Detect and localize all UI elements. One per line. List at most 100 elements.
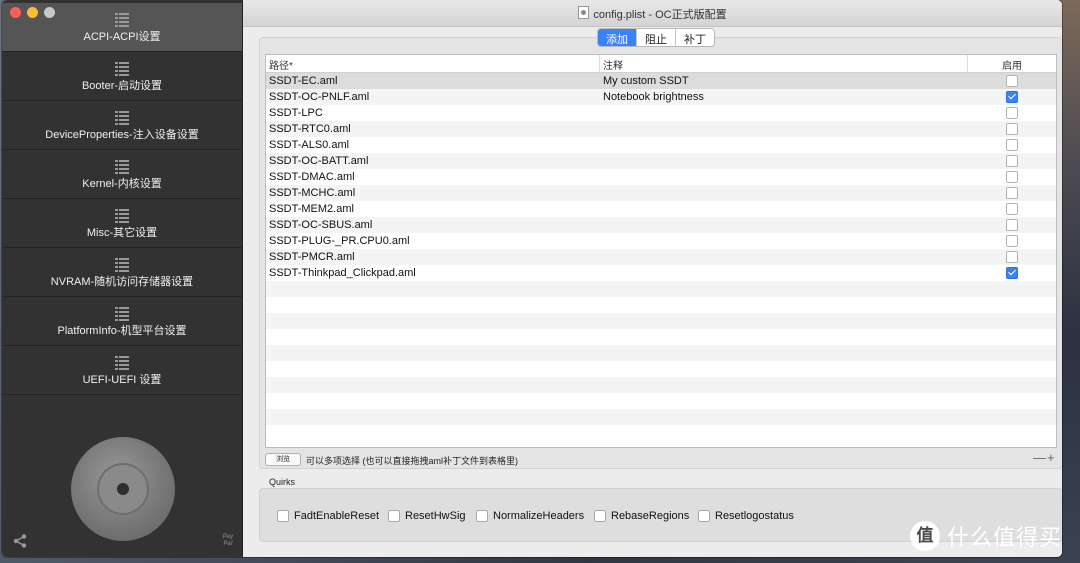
enabled-checkbox[interactable] xyxy=(1006,107,1018,119)
table-row[interactable]: SSDT-MCHC.aml xyxy=(266,185,1056,201)
enabled-checkbox[interactable] xyxy=(1006,203,1018,215)
tab-2[interactable]: 补丁 xyxy=(675,29,714,46)
table-row[interactable]: SSDT-Thinkpad_Clickpad.aml xyxy=(266,265,1056,281)
table-row[interactable]: SSDT-RTC0.aml xyxy=(266,121,1056,137)
table-body: SSDT-EC.aml My custom SSDT SSDT-OC-PNLF.am… xyxy=(266,73,1056,441)
cell-path[interactable]: SSDT-MEM2.aml xyxy=(266,203,600,215)
column-header-comment[interactable]: 注释 xyxy=(600,55,968,72)
table-row-empty xyxy=(266,377,1056,393)
checkbox-box[interactable] xyxy=(594,510,606,522)
enabled-checkbox[interactable] xyxy=(1006,155,1018,167)
list-icon xyxy=(115,13,129,27)
share-icon[interactable] xyxy=(12,533,28,549)
table-row-empty xyxy=(266,345,1056,361)
browse-button[interactable]: 浏览 xyxy=(265,453,301,466)
checkbox-box[interactable] xyxy=(476,510,488,522)
quirk-checkbox-1[interactable]: ResetHwSig xyxy=(388,510,466,522)
table-row-empty xyxy=(266,409,1056,425)
cell-enabled xyxy=(968,107,1056,119)
column-header-enabled[interactable]: 启用 xyxy=(968,55,1056,72)
checkbox-box[interactable] xyxy=(698,510,710,522)
quirk-label: RebaseRegions xyxy=(611,510,690,522)
cell-comment[interactable]: Notebook brightness xyxy=(600,91,968,103)
cell-path[interactable]: SSDT-DMAC.aml xyxy=(266,171,600,183)
cell-path[interactable]: SSDT-EC.aml xyxy=(266,75,600,87)
sidebar-item-label: UEFI-UEFI 设置 xyxy=(82,374,162,386)
segmented-tabs: 添加 阻止 补丁 xyxy=(597,28,715,47)
cell-path[interactable]: SSDT-ALS0.aml xyxy=(266,139,600,151)
paypal-logo[interactable]: Pay Pal xyxy=(218,534,238,548)
watermark-text: 什么值得买 xyxy=(947,525,1063,550)
sidebar-item-7[interactable]: UEFI-UEFI 设置 xyxy=(2,346,242,395)
enabled-checkbox[interactable] xyxy=(1006,219,1018,231)
sidebar-item-1[interactable]: Booter-启动设置 xyxy=(2,52,242,101)
close-window-button[interactable] xyxy=(10,7,21,18)
column-header-path[interactable]: 路径* xyxy=(266,55,600,72)
tab-1[interactable]: 阻止 xyxy=(636,29,675,46)
cell-comment[interactable]: My custom SSDT xyxy=(600,75,968,87)
watermark: 值 什么值得买 xyxy=(910,520,1062,552)
table-row[interactable]: SSDT-PLUG-_PR.CPU0.aml xyxy=(266,233,1056,249)
sidebar-item-4[interactable]: Misc-其它设置 xyxy=(2,199,242,248)
zoom-window-button[interactable] xyxy=(44,7,55,18)
cell-enabled xyxy=(968,171,1056,183)
enabled-checkbox[interactable] xyxy=(1006,139,1018,151)
quirk-checkbox-0[interactable]: FadtEnableReset xyxy=(277,510,379,522)
cell-path[interactable]: SSDT-MCHC.aml xyxy=(266,187,600,199)
cell-path[interactable]: SSDT-PLUG-_PR.CPU0.aml xyxy=(266,235,600,247)
table-row[interactable]: SSDT-EC.aml My custom SSDT xyxy=(266,73,1056,89)
checkbox-box[interactable] xyxy=(277,510,289,522)
quirk-checkbox-2[interactable]: NormalizeHeaders xyxy=(476,510,584,522)
main-content: config.plist - OC正式版配置 添加 阻止 补丁 路径* 注释 启用 … xyxy=(243,0,1062,557)
sidebar-item-3[interactable]: Kernel-内核设置 xyxy=(2,150,242,199)
checkbox-box[interactable] xyxy=(388,510,400,522)
table-row[interactable]: SSDT-PMCR.aml xyxy=(266,249,1056,265)
list-icon xyxy=(115,356,129,370)
list-icon xyxy=(115,209,129,223)
enabled-checkbox[interactable] xyxy=(1006,267,1018,279)
cell-path[interactable]: SSDT-PMCR.aml xyxy=(266,251,600,263)
quirk-checkbox-3[interactable]: RebaseRegions xyxy=(594,510,689,522)
enabled-checkbox[interactable] xyxy=(1006,251,1018,263)
sidebar-item-label: Kernel-内核设置 xyxy=(82,178,162,190)
table-row-empty xyxy=(266,313,1056,329)
cell-path[interactable]: SSDT-OC-PNLF.aml xyxy=(266,91,600,103)
list-icon xyxy=(115,160,129,174)
table-row[interactable]: SSDT-OC-PNLF.aml Notebook brightness xyxy=(266,89,1056,105)
drag-drop-hint: 可以多项选择 (也可以直接拖拽aml补丁文件到表格里) xyxy=(306,456,518,466)
cell-path[interactable]: SSDT-OC-BATT.aml xyxy=(266,155,600,167)
title-bar: config.plist - OC正式版配置 xyxy=(243,0,1062,27)
sidebar-item-5[interactable]: NVRAM-随机访问存储器设置 xyxy=(2,248,242,297)
minimize-window-button[interactable] xyxy=(27,7,38,18)
tab-0[interactable]: 添加 xyxy=(598,29,636,46)
table-row-empty xyxy=(266,425,1056,441)
cell-enabled xyxy=(968,155,1056,167)
cell-path[interactable]: SSDT-RTC0.aml xyxy=(266,123,600,135)
enabled-checkbox[interactable] xyxy=(1006,91,1018,103)
enabled-checkbox[interactable] xyxy=(1006,235,1018,247)
cell-path[interactable]: SSDT-OC-SBUS.aml xyxy=(266,219,600,231)
sidebar-item-label: Booter-启动设置 xyxy=(81,80,163,92)
cell-path[interactable]: SSDT-Thinkpad_Clickpad.aml xyxy=(266,267,600,279)
table-row[interactable]: SSDT-OC-SBUS.aml xyxy=(266,217,1056,233)
table-row[interactable]: SSDT-ALS0.aml xyxy=(266,137,1056,153)
table-row[interactable]: SSDT-OC-BATT.aml xyxy=(266,153,1056,169)
table-row[interactable]: SSDT-MEM2.aml xyxy=(266,201,1056,217)
enabled-checkbox[interactable] xyxy=(1006,171,1018,183)
table-row[interactable]: SSDT-DMAC.aml xyxy=(266,169,1056,185)
app-window: ACPI-ACPI设置 Booter-启动设置 DeviceProperties-注… xyxy=(2,0,1062,557)
sidebar-item-6[interactable]: PlatformInfo-机型平台设置 xyxy=(2,297,242,346)
cell-path[interactable]: SSDT-LPC xyxy=(266,107,600,119)
quirk-checkbox-4[interactable]: Resetlogostatus xyxy=(698,510,794,522)
quirk-label: NormalizeHeaders xyxy=(493,510,585,522)
enabled-checkbox[interactable] xyxy=(1006,123,1018,135)
table-row-empty xyxy=(266,329,1056,345)
enabled-checkbox[interactable] xyxy=(1006,75,1018,87)
sidebar-item-2[interactable]: DeviceProperties-注入设备设置 xyxy=(2,101,242,150)
add-remove-buttons[interactable]: —+ xyxy=(1033,450,1056,465)
table-row-empty xyxy=(266,297,1056,313)
enabled-checkbox[interactable] xyxy=(1006,187,1018,199)
acpi-add-table: 路径* 注释 启用 SSDT-EC.aml My custom SSDT SSDT-… xyxy=(265,54,1057,448)
table-row[interactable]: SSDT-LPC xyxy=(266,105,1056,121)
quirk-label: FadtEnableReset xyxy=(294,510,379,522)
